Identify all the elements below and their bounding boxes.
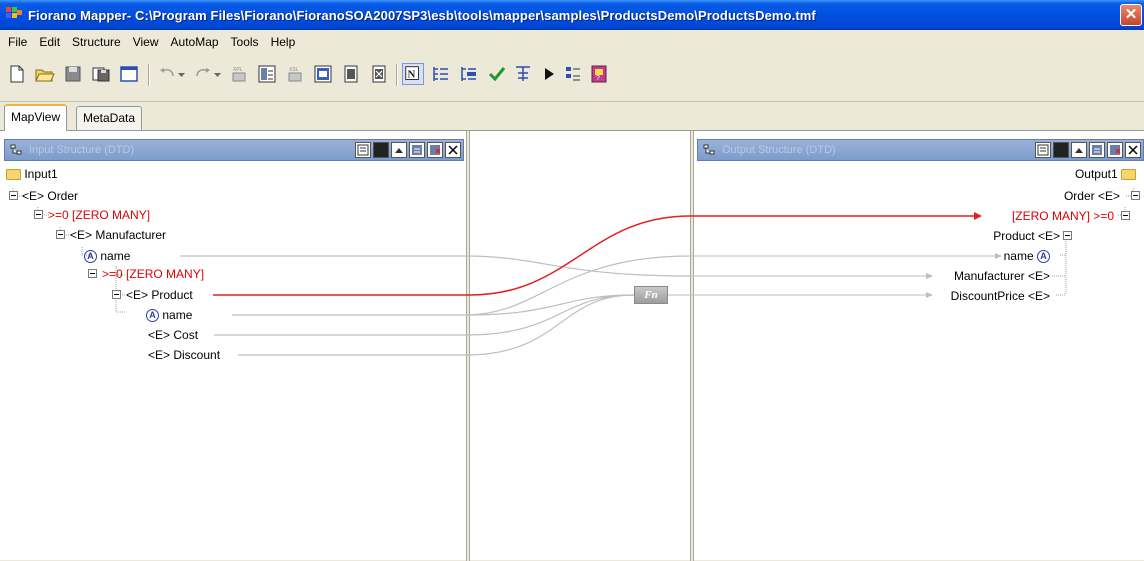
menu-view[interactable]: View [127,32,165,52]
tab-metadata[interactable]: MetaData [76,106,143,130]
output-node-name[interactable]: name A [1003,249,1050,264]
window-icon[interactable] [118,63,140,85]
output-node-name-label: name [1003,249,1034,263]
output-node-zero-many[interactable]: [ZERO MANY] >=0 [1012,209,1114,223]
svg-text:?: ? [596,75,600,82]
properties-list-icon[interactable] [562,63,584,85]
folder-icon [6,169,21,181]
attribute-icon: A [1037,250,1050,264]
menu-file[interactable]: File [2,32,33,52]
collapse-icon[interactable] [9,191,18,200]
input-node-cost[interactable]: <E> Cost [148,328,198,342]
input-node-zero-many-1[interactable]: >=0 [ZERO MANY] [48,208,150,222]
toolbar-separator [396,64,398,86]
delete-doc-icon[interactable] [368,63,390,85]
input-node-manufacturer[interactable]: <E> Manufacturer [70,228,166,242]
attribute-icon: A [84,250,97,264]
tree-sort-icon[interactable] [512,63,534,85]
input-node-name[interactable]: A name [84,249,131,264]
new-file-icon[interactable] [6,63,28,85]
output-view-icon[interactable] [312,63,334,85]
attribute-icon: A [146,309,159,323]
input-node-product-name-label: name [162,308,193,322]
xpl-icon[interactable]: XPL [228,63,250,85]
collapse-icon[interactable] [112,290,121,299]
menu-structure[interactable]: Structure [66,32,127,52]
run-test-icon[interactable] [538,63,560,85]
toolbar-separator [148,64,150,86]
input-node-discount[interactable]: <E> Discount [148,348,220,362]
collapse-icon[interactable] [1063,231,1072,240]
undo-icon[interactable] [156,63,178,85]
open-folder-icon[interactable] [34,63,56,85]
collapse-icon[interactable] [1131,191,1140,200]
input-node-zero-many-2[interactable]: >=0 [ZERO MANY] [102,267,204,281]
mapping-line [180,255,691,277]
output-root-label: Output1 [1074,167,1118,181]
redo-icon[interactable] [192,63,214,85]
input-node-product-name[interactable]: A name [146,308,193,323]
undo-dropdown-icon[interactable] [176,63,188,85]
input-node-name-label: name [100,249,131,263]
output-node-discount-price[interactable]: DiscountPrice <E> [951,289,1050,303]
svg-text:XPL: XPL [233,67,243,73]
collapse-tree-icon[interactable] [458,63,480,85]
menu-edit[interactable]: Edit [33,32,66,52]
app-icon[interactable] [6,7,22,23]
collapse-icon[interactable] [88,269,97,278]
output-root[interactable]: Output1 [1075,167,1136,181]
menu-bar: File Edit Structure View AutoMap Tools H… [0,30,1144,54]
help-book-icon[interactable]: ? [588,63,610,85]
window-title: Fiorano Mapper- C:\Program Files\Fiorano… [28,7,816,23]
function-box[interactable]: Fn [634,286,668,304]
menu-help[interactable]: Help [265,32,302,52]
output-node-order[interactable]: Order <E> [1064,189,1120,203]
input-node-order[interactable]: <E> Order [22,189,78,203]
collapse-icon[interactable] [56,230,65,239]
validate-check-icon[interactable] [486,63,508,85]
map-grid-icon[interactable] [256,63,278,85]
expand-tree-icon[interactable] [430,63,452,85]
output-node-manufacturer[interactable]: Manufacturer <E> [954,269,1050,283]
input-root-label: Input1 [24,167,58,181]
save-as-icon[interactable] [90,63,112,85]
folder-icon [1121,169,1136,181]
redo-dropdown-icon[interactable] [212,63,224,85]
svg-text:XSL: XSL [289,67,299,73]
menu-tools[interactable]: Tools [225,32,265,52]
title-bar: Fiorano Mapper- C:\Program Files\Fiorano… [0,0,1144,30]
mapping-lines [12,188,1134,356]
input-node-product[interactable]: <E> Product [126,288,193,302]
toolbar: XPL XSL N ? [0,54,1144,102]
inactive-mapping-lines [180,255,691,356]
collapse-icon[interactable] [34,210,43,219]
tab-mapview[interactable]: MapView [4,104,68,131]
normal-view-icon[interactable]: N [402,63,424,85]
collapse-icon[interactable] [1121,211,1130,220]
input-root[interactable]: Input1 [6,167,58,181]
svg-text:N: N [408,69,416,81]
menu-automap[interactable]: AutoMap [165,32,225,52]
close-button[interactable]: ✕ [1120,4,1142,26]
xsl-icon[interactable]: XSL [284,63,306,85]
mapping-area: Input Structure (DTD) Output Structure (… [0,130,1144,561]
save-icon[interactable] [62,63,84,85]
document-icon[interactable] [340,63,362,85]
output-node-product[interactable]: Product <E> [993,229,1060,243]
